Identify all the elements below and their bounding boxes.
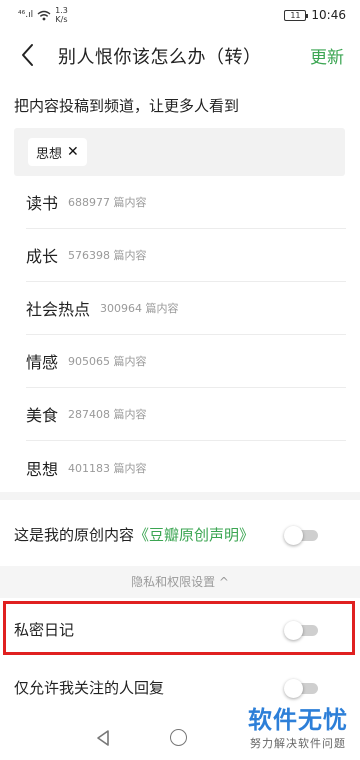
page-title: 别人恨你该怎么办（转）	[58, 47, 262, 68]
channel-item[interactable]: 情感 905065 篇内容	[26, 335, 346, 388]
channel-name: 社会热点	[26, 300, 91, 319]
watermark-subtitle: 努力解决软件问题	[250, 737, 346, 750]
original-label-text: 这是我的原创内容	[14, 526, 135, 544]
triangle-back-icon[interactable]	[95, 729, 111, 747]
original-declaration-link[interactable]: 《豆瓣原创声明》	[134, 526, 254, 544]
privacy-settings-header[interactable]: 隐私和权限设置 ^	[0, 566, 360, 598]
status-bar: ⁴⁶.ıl 1.3 K/s 11 10:46	[0, 0, 360, 32]
watermark-title: 软件无忧	[248, 706, 348, 734]
highlight-annotation	[3, 601, 355, 655]
selected-channels-box: 思想 ✕	[14, 128, 345, 176]
channel-hint-text: 把内容投稿到频道，让更多人看到	[14, 97, 240, 115]
channel-count: 401183 篇内容	[68, 461, 147, 475]
channel-name: 读书	[26, 194, 59, 213]
remove-chip-icon[interactable]: ✕	[67, 144, 79, 160]
original-content-label: 这是我的原创内容《豆瓣原创声明》	[14, 524, 254, 545]
status-time: 10:46	[311, 8, 346, 22]
network-speed-value: 1.3	[55, 6, 68, 15]
network-speed-unit: K/s	[55, 15, 68, 24]
chip-label: 思想	[36, 146, 63, 162]
channel-item[interactable]: 思想 401183 篇内容	[26, 441, 346, 494]
channel-item[interactable]: 社会热点 300964 篇内容	[26, 282, 346, 335]
original-content-row: 这是我的原创内容《豆瓣原创声明》	[0, 510, 360, 560]
back-chevron-icon[interactable]	[14, 40, 42, 70]
channel-item[interactable]: 读书 688977 篇内容	[26, 176, 346, 229]
channel-count: 576398 篇内容	[68, 249, 147, 262]
battery-icon: 11	[284, 9, 309, 21]
channel-count: 300964 篇内容	[100, 302, 179, 315]
status-right: 11 10:46	[284, 8, 346, 22]
signal-icon: ⁴⁶.ıl	[18, 10, 34, 20]
channel-count: 287408 篇内容	[68, 408, 147, 421]
reply-restrict-label: 仅允许我关注的人回复	[14, 679, 165, 697]
update-button[interactable]: 更新	[310, 43, 344, 68]
network-speed: 1.3 K/s	[55, 6, 68, 24]
selected-channel-chip[interactable]: 思想 ✕	[28, 138, 87, 166]
toggle-knob	[284, 526, 303, 545]
channel-name: 成长	[26, 247, 59, 266]
channel-list: 读书 688977 篇内容 成长 576398 篇内容 社会热点 300964 …	[0, 176, 360, 494]
channel-name: 思想	[26, 459, 59, 479]
channel-name: 美食	[26, 406, 59, 425]
status-left: ⁴⁶.ıl 1.3 K/s	[18, 6, 68, 24]
toggle-knob	[284, 679, 303, 698]
watermark: 软件无忧 努力解决软件问题	[248, 700, 348, 751]
channel-count: 688977 篇内容	[68, 196, 147, 209]
channel-name: 情感	[26, 353, 59, 372]
circle-home-icon[interactable]	[170, 729, 187, 746]
original-toggle[interactable]	[284, 526, 318, 545]
header: 别人恨你该怎么办（转） 更新	[0, 32, 360, 78]
channel-count: 905065 篇内容	[68, 355, 147, 368]
section-divider	[0, 492, 360, 500]
channel-item[interactable]: 美食 287408 篇内容	[26, 388, 346, 441]
wifi-icon	[37, 10, 51, 20]
channel-item[interactable]: 成长 576398 篇内容	[26, 229, 346, 282]
reply-restrict-toggle[interactable]	[284, 679, 318, 698]
